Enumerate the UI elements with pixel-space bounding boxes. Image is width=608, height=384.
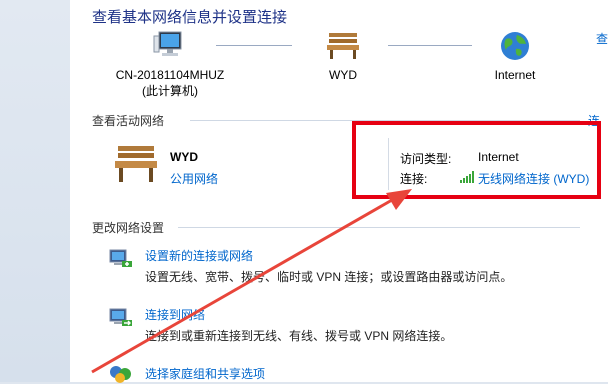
bench-icon <box>115 146 157 182</box>
internet-name: Internet <box>494 68 536 82</box>
left-nav-pane <box>0 0 70 382</box>
network-type-link[interactable]: 公用网络 <box>170 170 218 187</box>
section-divider <box>178 227 580 228</box>
highlight-box <box>352 121 601 199</box>
bench-icon <box>327 33 359 59</box>
globe-icon <box>501 32 529 60</box>
change-settings-label: 更改网络设置 <box>92 221 165 235</box>
homegroup-link[interactable]: 选择家庭组和共享选项 <box>145 365 265 382</box>
connection-line <box>388 45 472 46</box>
setup-connection-desc: 设置无线、宽带、拨号、临时或 VPN 连接；或设置路由器或访问点。 <box>145 270 513 284</box>
computer-node[interactable]: CN-20181104MHUZ (此计算机) <box>110 30 230 99</box>
connect-icon <box>109 308 132 326</box>
active-network-name: WYD <box>170 150 198 164</box>
internet-node[interactable]: Internet <box>482 30 548 82</box>
page-title: 查看基本网络信息并设置连接 <box>92 9 288 26</box>
full-map-link[interactable]: 查 <box>596 30 608 47</box>
connect-to-network-link[interactable]: 连接到网络 <box>145 306 205 323</box>
network-name: WYD <box>329 68 357 82</box>
homegroup-icon <box>110 366 131 383</box>
network-node[interactable]: WYD <box>310 30 376 82</box>
computer-name: CN-20181104MHUZ <box>115 68 225 82</box>
connection-line <box>216 45 292 46</box>
connect-icon <box>109 249 132 267</box>
active-networks-label: 查看活动网络 <box>92 114 165 128</box>
setup-connection-link[interactable]: 设置新的连接或网络 <box>145 247 253 264</box>
computer-sub: (此计算机) <box>142 84 198 98</box>
computer-icon <box>153 31 182 56</box>
connect-to-network-desc: 连接到或重新连接到无线、有线、拨号或 VPN 网络连接。 <box>145 329 453 343</box>
